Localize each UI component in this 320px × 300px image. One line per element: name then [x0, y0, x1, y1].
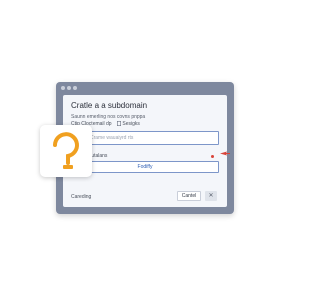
dialog-subtitle: Saunn emerling nos covns pnppa — [71, 114, 146, 120]
app-icon[interactable] — [40, 125, 92, 177]
window-control-close[interactable] — [61, 86, 65, 90]
dialog-footer: Careding Cantel ✕ — [63, 185, 227, 207]
required-indicator-icon — [211, 155, 214, 158]
dialog-title: Cratle a a subdomain — [71, 101, 148, 110]
meta-doc-label: Sesigks — [122, 121, 140, 127]
window-titlebar — [56, 82, 234, 94]
field-label-row: Laloy ofdutalans — [71, 153, 221, 161]
cursor-arrow-icon — [220, 151, 230, 156]
subdomain-input-placeholder: Crame wauaiyrd rts — [90, 135, 134, 141]
subdomain-input[interactable]: Crame wauaiyrd rts — [71, 131, 219, 145]
window-control-maximize[interactable] — [73, 86, 77, 90]
cancel-button[interactable]: Cantel — [177, 191, 201, 201]
close-icon[interactable]: ✕ — [205, 191, 217, 201]
window-control-minimize[interactable] — [67, 86, 71, 90]
modify-button[interactable]: Fodiffy — [71, 161, 219, 173]
key-icon — [53, 132, 79, 169]
footer-status: Careding — [71, 194, 92, 200]
